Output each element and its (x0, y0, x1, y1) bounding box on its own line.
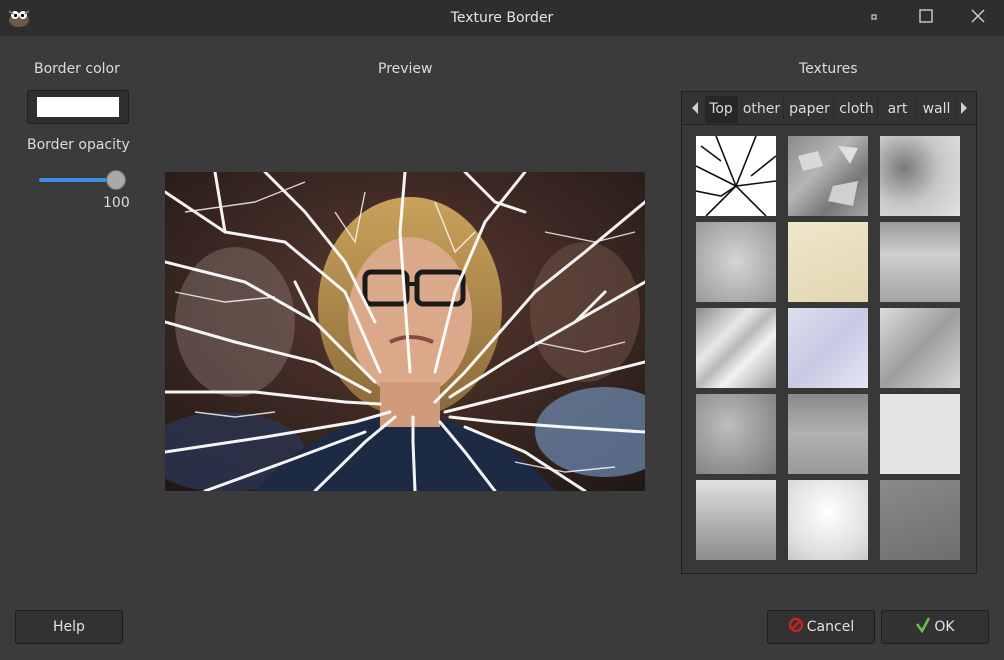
cancel-button-label: Cancel (806, 619, 855, 635)
minimize-icon[interactable] (862, 6, 886, 28)
window-title: Texture Border (450, 10, 554, 26)
texture-thumb-crumpled-paper[interactable] (880, 308, 960, 388)
texture-thumb-grey-grunge[interactable] (880, 136, 960, 216)
tab-scroll-right-icon[interactable] (954, 92, 974, 124)
texture-thumb-beige-paper[interactable] (788, 222, 868, 302)
border-opacity-value: 100 (103, 195, 130, 211)
help-button-label: Help (53, 619, 85, 635)
border-opacity-label: Border opacity (27, 137, 130, 153)
cancel-button[interactable]: Cancel (767, 610, 875, 644)
help-button[interactable]: Help (15, 610, 123, 644)
tab-scroll-left-icon[interactable] (685, 92, 705, 124)
tab-paper[interactable]: paper (786, 96, 834, 123)
checkmark-icon (916, 617, 931, 633)
preview-label: Preview (378, 61, 433, 77)
close-icon[interactable] (966, 6, 990, 28)
tab-wall[interactable]: wall (918, 96, 956, 123)
texture-thumb-grey-paper[interactable] (696, 222, 776, 302)
preview-image (165, 172, 645, 491)
texture-thumb-stained-wall[interactable] (696, 480, 776, 560)
texture-thumb-peeling-paint[interactable] (788, 136, 868, 216)
textures-label: Textures (799, 61, 858, 77)
texture-thumb-white-grunge[interactable] (788, 480, 868, 560)
texture-thumb-grey-stone[interactable] (788, 394, 868, 474)
texture-thumb-grey-brushed[interactable] (880, 480, 960, 560)
ok-button-label: OK (934, 619, 955, 635)
texture-thumb-folded-paper[interactable] (696, 308, 776, 388)
texture-border-dialog: Border color Border opacity 100 Preview (0, 36, 1004, 660)
border-color-swatch (37, 97, 119, 117)
tab-other[interactable]: other (740, 96, 784, 123)
border-opacity-slider-handle[interactable] (106, 170, 126, 190)
border-color-button[interactable] (27, 90, 129, 124)
tab-art[interactable]: art (880, 96, 916, 123)
textures-panel: Top other paper cloth art wall (681, 91, 977, 574)
texture-thumb-light-grey-fabric[interactable] (880, 394, 960, 474)
cancel-icon (788, 617, 803, 633)
title-bar: Texture Border (0, 0, 1004, 36)
texture-thumb-shattered-glass[interactable] (696, 136, 776, 216)
texture-thumb-grey-concrete[interactable] (696, 394, 776, 474)
maximize-icon[interactable] (914, 6, 938, 28)
tab-cloth[interactable]: cloth (836, 96, 878, 123)
tab-top[interactable]: Top (705, 96, 738, 123)
ok-button[interactable]: OK (881, 610, 989, 644)
texture-thumb-grey-scratched[interactable] (880, 222, 960, 302)
texture-thumb-wrinkled-paper[interactable] (788, 308, 868, 388)
border-color-label: Border color (34, 61, 120, 77)
texture-tab-bar: Top other paper cloth art wall (682, 92, 976, 125)
